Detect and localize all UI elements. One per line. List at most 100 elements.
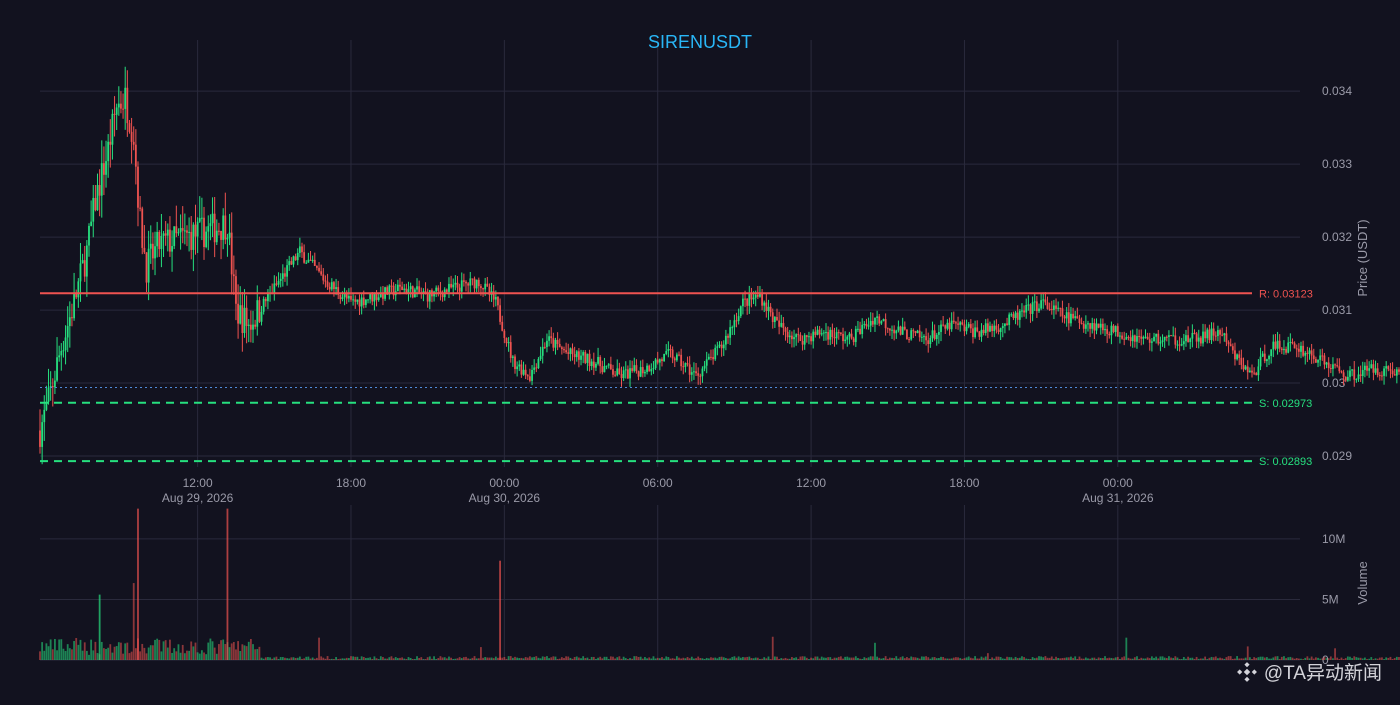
candle-body [286, 265, 288, 277]
volume-bar [865, 658, 868, 660]
volume-bar [1089, 658, 1092, 660]
candle-body [296, 252, 299, 261]
volume-tick-label: 10M [1322, 532, 1345, 546]
candle-body [518, 364, 521, 367]
candle-body [213, 213, 216, 243]
candle-body [1155, 333, 1158, 337]
candle-body [252, 324, 254, 330]
candle-body [886, 328, 889, 330]
volume-bar [737, 656, 740, 660]
volume-bar [754, 657, 757, 660]
candle-body [1383, 368, 1385, 376]
volume-bar [117, 642, 120, 660]
candle-body [183, 230, 186, 232]
volume-bar [616, 657, 619, 660]
candle-body [100, 163, 103, 196]
candle-body [1263, 353, 1266, 362]
candle-body [612, 369, 614, 375]
candle-body [739, 306, 742, 317]
volume-bar [799, 656, 802, 660]
candle-body [134, 144, 137, 167]
candle-body [501, 321, 504, 331]
volume-bar [503, 656, 506, 660]
candle-body [1268, 355, 1270, 360]
candle-body [1087, 323, 1089, 325]
x-tick-label: 00:00 [1103, 476, 1133, 490]
support-label: S: 0.02893 [1259, 456, 1312, 468]
volume-bar [682, 657, 685, 660]
volume-bar [411, 659, 414, 660]
candle-body [90, 221, 93, 226]
volume-bar [707, 658, 710, 660]
candle-body [1097, 323, 1100, 328]
candle-body [997, 329, 1000, 333]
candle-body [254, 324, 257, 327]
volume-bar [801, 656, 804, 660]
volume-bar [418, 658, 421, 660]
candle-body [181, 228, 184, 231]
volume-bar [927, 657, 930, 660]
candle-body [993, 325, 996, 332]
candle-body [1219, 330, 1221, 335]
volume-bar [1136, 656, 1138, 660]
candle-body [937, 331, 940, 335]
volume-bar [147, 647, 150, 660]
candle-body [1336, 365, 1339, 367]
y-tick-label: 0.032 [1322, 230, 1352, 244]
volume-bar [567, 656, 570, 660]
candle-body [452, 284, 455, 288]
candle-body [130, 131, 133, 142]
volume-bar [435, 658, 438, 660]
candle-body [113, 113, 116, 115]
volume-bar [693, 658, 695, 660]
volume-bar [937, 657, 940, 660]
candle-body [569, 348, 572, 354]
candle-body [756, 294, 759, 297]
candle-body [1150, 341, 1153, 343]
volume-bar [940, 656, 942, 660]
candle-body [396, 284, 399, 292]
candle-body [614, 374, 617, 376]
volume-bar [1161, 656, 1164, 660]
candle-body [641, 367, 644, 374]
volume-bar [867, 657, 870, 660]
volume-bar [222, 639, 225, 660]
candles-group [39, 66, 1400, 465]
candle-body [571, 348, 574, 355]
volume-bar [1195, 656, 1198, 660]
candle-body [1004, 323, 1006, 327]
candle-body [1021, 310, 1023, 312]
candle-body [467, 283, 470, 286]
volume-bar [710, 657, 712, 660]
volume-bar [107, 647, 110, 660]
candle-body [827, 332, 830, 340]
volume-bar [1210, 656, 1213, 660]
resistance-label: R: 0.03123 [1259, 288, 1313, 300]
candle-body [529, 376, 531, 381]
candle-body [867, 325, 870, 327]
volume-bar [918, 658, 921, 660]
candle-body [147, 248, 150, 283]
volume-bar [929, 658, 932, 660]
candle-body [58, 355, 61, 358]
candle-body [1234, 350, 1236, 360]
volume-bar [784, 657, 787, 660]
candle-body [718, 344, 721, 347]
candle-body [1185, 335, 1187, 342]
candle-body [458, 287, 461, 292]
volume-bar [1178, 658, 1181, 660]
candle-body [1236, 354, 1238, 360]
volume-bar [341, 658, 344, 660]
candle-body [1329, 368, 1332, 370]
volume-bar [62, 648, 65, 660]
candle-body [963, 324, 966, 332]
candle-body [957, 323, 959, 325]
candle-body [607, 364, 610, 366]
candle-body [667, 349, 670, 351]
volume-bar [1025, 658, 1028, 660]
candle-body [171, 246, 173, 252]
volume-bar [47, 646, 50, 660]
candle-body [1306, 352, 1309, 354]
volume-bar [203, 652, 205, 660]
candle-body [1067, 312, 1070, 324]
